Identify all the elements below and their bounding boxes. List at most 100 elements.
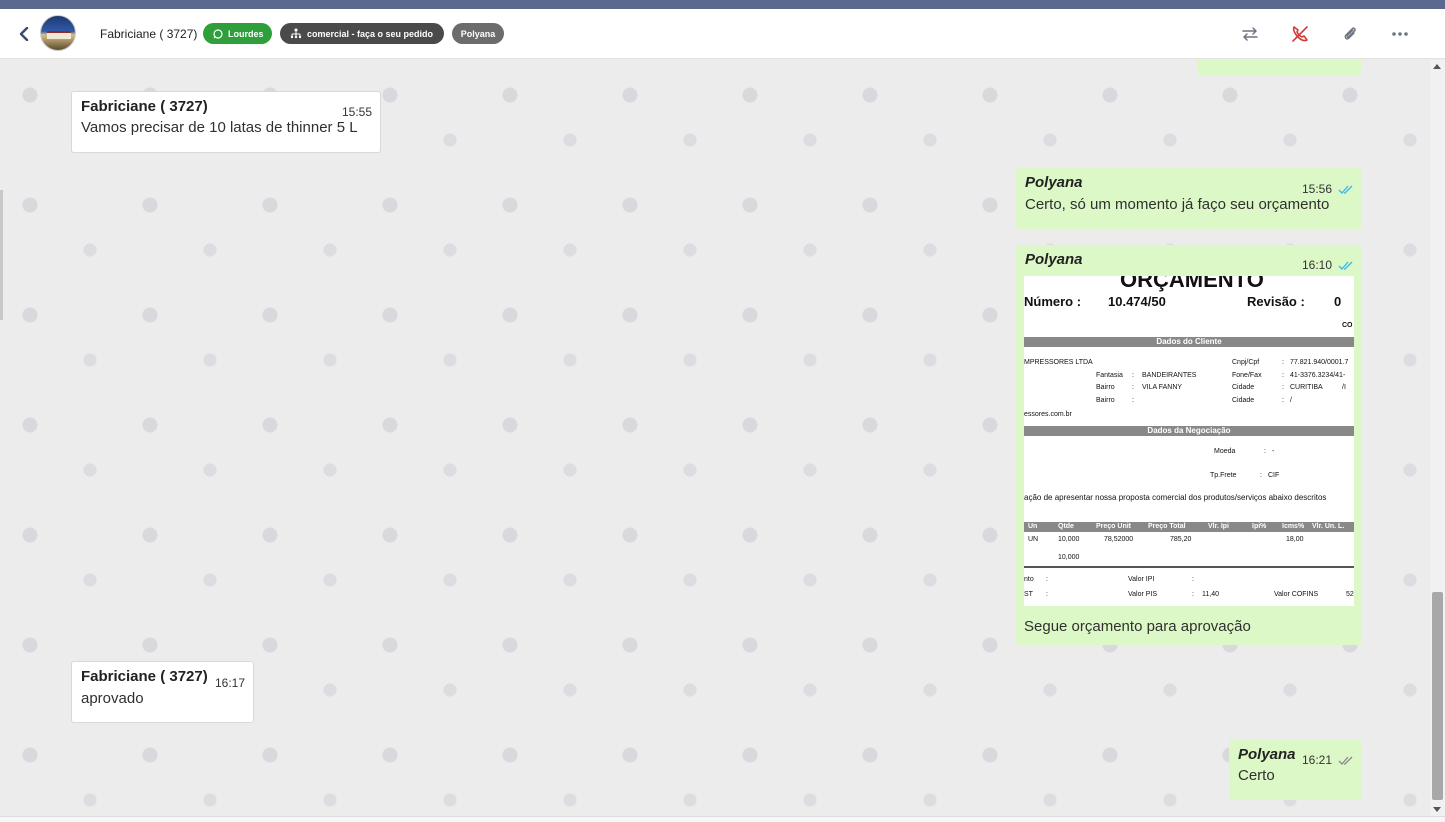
end-call-button[interactable] <box>1288 22 1312 46</box>
message-time: 16:10 <box>1301 258 1332 272</box>
doc-fantasia: BANDEIRANTES <box>1142 372 1197 379</box>
attachment-icon <box>1344 27 1356 40</box>
chat-header: Fabriciane ( 3727) Lourdes comercial - f… <box>0 9 1445 59</box>
doc-cidade-label: Cidade <box>1232 384 1255 391</box>
tag-label: Lourdes <box>228 28 264 39</box>
doc-td: 78,52000 <box>1104 536 1134 543</box>
doc-footer-a2: ST <box>1024 591 1033 598</box>
doc-bairro: VILA FANNY <box>1142 384 1183 391</box>
attach-button[interactable] <box>1338 22 1362 46</box>
doc-td: 10,000 <box>1058 536 1080 543</box>
transfer-icon <box>1242 27 1258 41</box>
doc-numero: 10.474/50 <box>1108 294 1166 309</box>
doc-th: Preço Unit <box>1096 523 1132 530</box>
message-time: 15:56 <box>1301 182 1332 196</box>
transfer-button[interactable] <box>1238 22 1262 46</box>
tag-comercial[interactable]: comercial - faça o seu pedido <box>280 23 444 44</box>
doc-cidade2-label: Cidade <box>1232 397 1255 404</box>
message-text: Certo, só um momento já faço seu orçamen… <box>1025 196 1330 213</box>
message-time: 16:21 <box>1301 753 1332 767</box>
more-options-button[interactable] <box>1388 22 1412 46</box>
doc-valor-ipi-label: Valor IPI <box>1128 576 1155 583</box>
doc-numero-label: Número : <box>1024 294 1082 309</box>
message-bubble-outgoing-image[interactable]: Polyana 16:10 ORÇAMENTO Número : 10.474/… <box>1016 245 1362 645</box>
back-button[interactable] <box>14 23 34 45</box>
sitemap-icon <box>290 28 302 39</box>
doc-frete-label: Tp.Frete <box>1210 472 1237 479</box>
message-sender: Fabriciane ( 3727) <box>81 98 208 115</box>
doc-valor-cofins-label: Valor COFINS <box>1274 591 1319 598</box>
doc-frete: CIF <box>1268 472 1280 479</box>
read-ticks-icon <box>1338 185 1353 194</box>
message-bubble-incoming[interactable]: Fabriciane ( 3727) 16:17 aprovado <box>71 661 254 723</box>
doc-th: Qtde <box>1058 523 1074 530</box>
doc-th: Preço Total <box>1148 523 1186 530</box>
doc-td: UN <box>1028 536 1039 543</box>
doc-cidade2: / <box>1290 397 1292 404</box>
tag-label: Polyana <box>460 28 496 39</box>
doc-co: CO <box>1342 322 1353 329</box>
message-text: Vamos precisar de 10 latas de thinner 5 … <box>81 119 358 136</box>
doc-footer-a1: nto <box>1024 576 1034 583</box>
tag-label: comercial - faça o seu pedido <box>307 28 434 39</box>
doc-td: 785,20 <box>1170 536 1192 543</box>
doc-revisao-label: Revisão : <box>1247 294 1305 309</box>
doc-revisao: 0 <box>1334 294 1342 309</box>
doc-bairro2-label: Bairro <box>1096 397 1115 404</box>
doc-th: Ipi% <box>1252 523 1267 530</box>
scroll-down-arrow-icon[interactable] <box>1433 807 1441 812</box>
footer-strip <box>0 816 1445 822</box>
doc-valor-pis-label: Valor PIS <box>1128 591 1158 598</box>
doc-section-cliente: Dados do Cliente <box>1024 337 1354 347</box>
message-bubble-outgoing[interactable]: Polyana 15:56 Certo, só um momento já fa… <box>1016 168 1362 229</box>
doc-moeda: - <box>1272 448 1275 455</box>
doc-section-negociacao: Dados da Negociação <box>1024 426 1354 436</box>
doc-valor-pis: 11,40 <box>1202 591 1219 598</box>
scroll-thumb[interactable] <box>1432 592 1443 800</box>
doc-cidade: CURITIBA <box>1290 384 1323 391</box>
tag-polyana[interactable]: Polyana <box>452 23 504 44</box>
chevron-left-icon <box>19 27 29 41</box>
read-ticks-icon <box>1338 261 1353 270</box>
message-bubble-incoming[interactable]: Fabriciane ( 3727) 15:55 Vamos precisar … <box>71 91 381 153</box>
doc-fone: 41-3376.3234/41- <box>1290 372 1346 379</box>
message-caption: Segue orçamento para aprovação <box>1024 618 1251 635</box>
doc-th: Vlr. Ipi <box>1208 523 1230 530</box>
doc-cnpj-label: Cnpj/Cpf <box>1232 359 1260 366</box>
doc-email: essores.com.br <box>1024 411 1072 418</box>
doc-table-header: Un Qtde Preço Unit Preço Total Vlr. Ipi … <box>1024 522 1354 532</box>
end-call-icon <box>1292 26 1308 42</box>
top-accent-bar <box>0 0 1445 9</box>
whatsapp-icon <box>213 28 223 39</box>
doc-th: Un <box>1028 523 1038 530</box>
message-time: 16:17 <box>214 676 245 690</box>
contact-avatar[interactable] <box>40 15 76 51</box>
doc-th: Icms% <box>1282 523 1305 530</box>
doc-valor-cofins: 52 <box>1346 591 1354 598</box>
message-text: Certo <box>1238 767 1275 784</box>
contact-name[interactable]: Fabriciane ( 3727) <box>100 27 197 41</box>
doc-title: ORÇAMENTO <box>1120 276 1264 292</box>
delivered-ticks-icon <box>1338 756 1353 765</box>
quote-document-image[interactable]: ORÇAMENTO Número : 10.474/50 Revisão : 0… <box>1024 276 1354 606</box>
message-text: aprovado <box>81 690 144 707</box>
scroll-up-arrow-icon[interactable] <box>1433 64 1441 69</box>
doc-th: Vlr. Un. L. <box>1312 523 1345 530</box>
message-bubble-outgoing[interactable]: Polyana 16:21 Certo <box>1229 740 1362 800</box>
doc-td: 18,00 <box>1286 536 1304 543</box>
doc-fone-label: Fone/Fax <box>1232 372 1262 379</box>
tag-lourdes[interactable]: Lourdes <box>203 23 272 44</box>
doc-cnpj: 77.821.940/0001.7 <box>1290 359 1349 366</box>
chat-scrollbar[interactable] <box>1430 60 1445 816</box>
doc-cliente-nome: MPRESSORES LTDA <box>1024 359 1093 366</box>
left-edge <box>0 190 3 320</box>
doc-cidade-extra: /I <box>1342 384 1346 391</box>
doc-total-qtde: 10,000 <box>1058 554 1080 561</box>
doc-proposta-text: ação de apresentar nossa proposta comerc… <box>1024 493 1327 502</box>
message-sender: Polyana <box>1238 746 1296 763</box>
message-bubble-partial <box>1197 60 1361 75</box>
doc-bairro-label: Bairro <box>1096 384 1115 391</box>
doc-divider <box>1024 566 1354 568</box>
message-time: 15:55 <box>341 105 372 119</box>
chat-area[interactable]: Fabriciane ( 3727) 15:55 Vamos precisar … <box>0 60 1430 816</box>
